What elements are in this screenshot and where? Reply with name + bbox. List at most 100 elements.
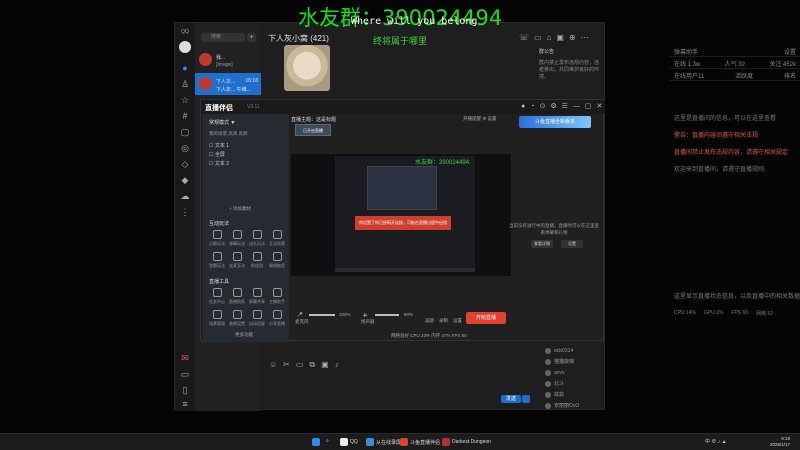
source-item[interactable]: ☐ 文本 1 — [209, 142, 229, 149]
mic-label: 麦克风 — [295, 319, 309, 324]
mic-icon[interactable]: 🎤 — [297, 312, 303, 318]
tool-button[interactable]: 点歌玩法 — [206, 230, 228, 247]
tool-button[interactable]: 主播助手 — [266, 288, 288, 305]
qq-nav-rail: QQ ● ♙ ☆ # ▢ ◎ ◇ ◆ ☁ ⋮ ✉ ▭ ▯ ≡ — [175, 23, 195, 411]
speaker-percent: 80% — [404, 312, 414, 317]
source-item[interactable]: ☐ 文本 2 — [209, 160, 229, 167]
qq-logo-icon: QQ — [181, 29, 189, 35]
scene-tabs[interactable]: 我的场景 高清 高频 — [209, 131, 248, 137]
list-item[interactable]: 北斗 — [545, 378, 603, 389]
send-button[interactable]: 发送 — [501, 395, 521, 403]
app-logo: 直播伴侣 — [205, 105, 233, 112]
game-icon[interactable]: ◇ — [180, 159, 190, 169]
speaker-icon[interactable]: 🔈 — [363, 312, 369, 318]
panel-row: 在线 1.3w 人气 32 关注 452k — [670, 57, 800, 69]
list-item[interactable]: 我... [Image] — [195, 49, 261, 71]
tool-button[interactable]: 答题玩法 — [206, 252, 228, 269]
record-button[interactable]: 录制 — [439, 318, 448, 324]
preview-taskbar — [335, 268, 475, 272]
panel-note: 欢迎来到直播间，请遵守直播规则 — [674, 167, 765, 173]
cat-sticker-image[interactable] — [284, 45, 330, 91]
file-icon[interactable]: ▯ — [180, 385, 190, 395]
taskbar-app[interactable]: 从在线录屏 — [366, 438, 401, 446]
tool-button[interactable]: 连麦互动 — [226, 252, 248, 269]
tool-button[interactable]: 弹幕玩法 — [226, 230, 248, 247]
apps-grid-icon[interactable]: ⋮ — [180, 207, 190, 217]
avatar[interactable] — [179, 41, 191, 53]
stream-header-actions[interactable]: 开播提醒 ⚙ 设置 — [463, 116, 497, 122]
list-item[interactable]: 猫猫敲梯 — [545, 356, 603, 367]
mic-volume-slider[interactable] — [309, 314, 335, 316]
more-tools-button[interactable]: 更多功能 — [235, 332, 253, 338]
list-item[interactable]: 兹兹 — [545, 389, 603, 400]
chat-icon[interactable]: ● — [180, 63, 190, 73]
avatar — [199, 77, 212, 90]
danmaku-side-panel: 弹幕助手 设置 在线 1.3w 人气 32 关注 452k 在线用户11 活跃度 排名 这… — [670, 45, 800, 435]
list-item[interactable]: acb0314 — [545, 345, 603, 356]
gem-icon[interactable]: ◆ — [180, 175, 190, 185]
window-controls[interactable]: ●◔⊙⚙☰—▢✕ — [521, 102, 607, 110]
cover-thumbnail[interactable]: 已开启直播 — [295, 124, 331, 136]
list-item-selected[interactable]: 下人灰... 下人灰... 午维... 16:18 — [195, 73, 261, 95]
star-icon[interactable]: ☆ — [180, 95, 190, 105]
system-tray[interactable]: 中 ⊕ ♪ ▲ — [705, 438, 727, 445]
tool-button[interactable]: 福袋抽奖 — [266, 252, 288, 269]
stream-topic[interactable]: 直播主题：这是标题 — [291, 116, 391, 123]
nested-window — [367, 166, 437, 210]
send-options-button[interactable] — [522, 395, 530, 403]
taskbar: ⌕ QQ 从在线录屏 斗鱼直播伴侣 Darkest Dungeon 中 ⊕ ♪ … — [0, 433, 800, 450]
desktop: 弹幕助手 设置 在线 1.3w 人气 32 关注 452k 在线用户11 活跃度 排名 这… — [0, 0, 800, 450]
perf-gauges: CPU 14% GPU 2% FPS 60 网络 52 — [674, 310, 774, 317]
tool-button[interactable]: 任务中心 — [206, 288, 228, 305]
tool-button[interactable]: 美颜设置 — [226, 310, 248, 327]
beauty-button[interactable]: 美颜 — [425, 318, 434, 324]
tool-button[interactable]: 自动回复 — [246, 310, 268, 327]
settings-button[interactable]: 设置 — [453, 318, 462, 324]
search-icon[interactable]: ⌕ — [326, 438, 329, 444]
channel-icon[interactable]: # — [180, 111, 190, 121]
compass-icon[interactable]: ◎ — [180, 143, 190, 153]
panel-note: 这里显示直播状态信息，以及直播中的相关数据 — [674, 294, 800, 300]
panel-note: 这里是直播间的信息，可以在这里查看 — [674, 116, 777, 122]
speaker-volume-slider[interactable] — [375, 314, 399, 316]
list-item[interactable]: 安丽丽OvO — [545, 400, 603, 411]
panel-warning: 警告：直播内容须遵守相关法规 — [674, 133, 759, 139]
app-version: V3.11 — [247, 104, 260, 110]
clock[interactable]: 9:18 2025/1/17 — [770, 436, 790, 448]
folder-icon[interactable]: ▭ — [180, 369, 190, 379]
panel-row: 弹幕助手 设置 — [670, 45, 800, 57]
mic-percent: 100% — [339, 312, 351, 317]
tool-button[interactable]: 场景管理 — [206, 310, 228, 327]
start-live-button[interactable]: 开始直播 — [466, 312, 506, 324]
settings-button[interactable]: 设置 — [561, 240, 583, 248]
input-toolbar-icons[interactable]: ☺✂▭⧉▣♪ — [269, 360, 345, 370]
status-bar: 网络良好 CPU 23% 内存 47% FPS 60 — [391, 333, 467, 338]
tool-button[interactable]: 屏幕共享 — [246, 288, 268, 305]
promo-banner[interactable]: 斗鱼直播全新版本 — [519, 116, 591, 128]
taskbar-app[interactable]: QQ — [340, 438, 358, 446]
add-source-button[interactable]: + 添加素材 — [229, 206, 251, 212]
tool-button[interactable]: 直播贴纸 — [226, 288, 248, 305]
overlay-caption: 终将属于哪里 — [373, 37, 428, 47]
preview-caption: 水友群：390024494 — [415, 160, 470, 166]
menu-icon[interactable]: ≡ — [180, 399, 190, 409]
danmaku-empty-message: 当前没有进行中的直播，直播时可以在这里查看弹幕和礼物 — [509, 223, 599, 235]
tool-button[interactable]: 互动投票 — [266, 230, 288, 247]
tool-button[interactable]: 分享直播 — [266, 310, 288, 327]
search-input[interactable]: 搜索 — [201, 33, 245, 42]
contacts-icon[interactable]: ♙ — [180, 79, 190, 89]
bag-icon[interactable]: ▢ — [180, 127, 190, 137]
mail-icon[interactable]: ✉ — [180, 353, 190, 363]
add-button[interactable]: + — [247, 33, 256, 42]
mode-select[interactable]: 常规模式 ▼ — [209, 119, 235, 126]
tool-button[interactable]: 粉丝团 — [246, 252, 268, 269]
taskbar-app[interactable]: Darkest Dungeon — [442, 438, 491, 446]
taskbar-app[interactable]: 斗鱼直播伴侣 — [400, 438, 440, 446]
tool-button[interactable]: 送礼玩法 — [246, 230, 268, 247]
list-item[interactable]: acvo — [545, 367, 603, 378]
chat-toolbar-icons[interactable]: ☏▭⌂▣⊕⋯ — [519, 33, 594, 42]
start-icon[interactable] — [312, 438, 320, 446]
source-item[interactable]: ☐ 全屏 — [209, 151, 225, 158]
view-detail-button[interactable]: 查看详情 — [531, 240, 553, 248]
cloud-icon[interactable]: ☁ — [180, 191, 190, 201]
